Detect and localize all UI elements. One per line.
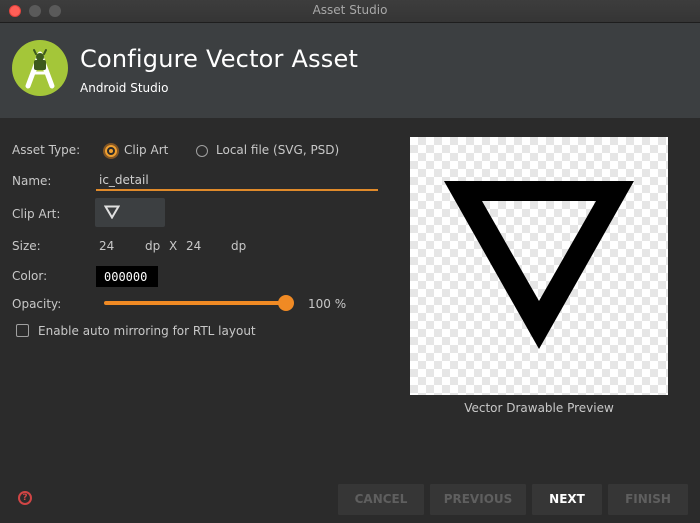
triangle-down-outline-icon bbox=[104, 205, 120, 219]
title-bar: Asset Studio bbox=[0, 0, 700, 23]
radio-local-file-label[interactable]: Local file (SVG, PSD) bbox=[216, 143, 339, 157]
help-icon[interactable]: ? bbox=[18, 491, 32, 505]
clip-art-label: Clip Art: bbox=[12, 207, 61, 221]
radio-local-file[interactable] bbox=[196, 145, 208, 157]
finish-button[interactable]: FINISH bbox=[608, 484, 688, 515]
page-title: Configure Vector Asset bbox=[80, 45, 359, 73]
opacity-slider-thumb[interactable] bbox=[278, 295, 294, 311]
clip-art-button[interactable] bbox=[95, 198, 165, 227]
vector-drawable-preview bbox=[410, 137, 668, 395]
size-height-unit: dp bbox=[231, 239, 247, 253]
android-studio-logo-icon bbox=[12, 40, 68, 96]
color-label: Color: bbox=[12, 269, 48, 283]
opacity-slider-track[interactable] bbox=[104, 301, 286, 305]
window-title: Asset Studio bbox=[312, 3, 388, 17]
header-banner: Configure Vector Asset Android Studio bbox=[0, 23, 700, 118]
asset-type-label: Asset Type: bbox=[12, 143, 81, 157]
size-height-input[interactable] bbox=[184, 236, 224, 256]
size-width-input[interactable] bbox=[97, 236, 137, 256]
rtl-mirroring-label[interactable]: Enable auto mirroring for RTL layout bbox=[38, 324, 256, 338]
next-button[interactable]: NEXT bbox=[532, 484, 602, 515]
opacity-label: Opacity: bbox=[12, 297, 62, 311]
page-subtitle: Android Studio bbox=[80, 81, 169, 95]
preview-triangle-down-icon bbox=[444, 181, 634, 349]
name-input[interactable] bbox=[96, 170, 378, 191]
opacity-value: 100 % bbox=[308, 297, 347, 311]
name-label: Name: bbox=[12, 174, 52, 188]
size-separator: X bbox=[169, 239, 178, 253]
cancel-button[interactable]: CANCEL bbox=[338, 484, 424, 515]
color-input[interactable] bbox=[96, 266, 158, 287]
previous-button[interactable]: PREVIOUS bbox=[430, 484, 526, 515]
radio-clip-art-label[interactable]: Clip Art bbox=[124, 143, 168, 157]
rtl-mirroring-checkbox[interactable] bbox=[16, 324, 29, 337]
size-width-unit: dp bbox=[145, 239, 161, 253]
preview-caption: Vector Drawable Preview bbox=[464, 401, 614, 415]
radio-clip-art[interactable] bbox=[105, 145, 117, 157]
size-label: Size: bbox=[12, 239, 41, 253]
